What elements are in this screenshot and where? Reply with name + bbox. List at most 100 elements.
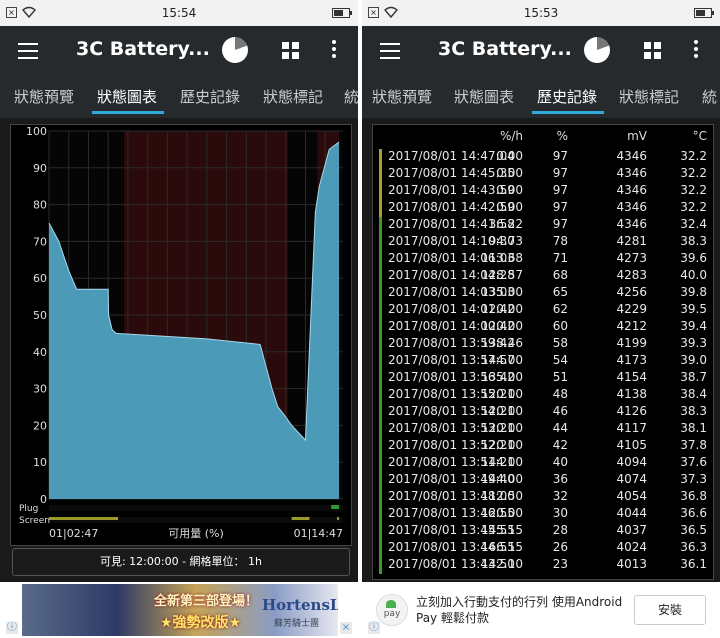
pie-chart-icon[interactable] xyxy=(584,37,610,63)
battery-chart[interactable]: 0 10 20 30 40 50 60 70 80 90 100 Plug Screen 01|02:47… xyxy=(10,124,352,546)
table-row[interactable]: 2017/08/01 13:54:21 120.00 46 4126 38.3 xyxy=(373,404,713,421)
table-row[interactable]: 2017/08/01 13:49:40 144.00 36 4074 37.3 xyxy=(373,472,713,489)
voltage-cell: 4074 xyxy=(616,472,647,486)
voltage-cell: 4037 xyxy=(616,523,647,537)
active-tab-indicator xyxy=(92,111,164,114)
table-row[interactable]: 2017/08/01 13:56:42 135.00 51 4154 38.7 xyxy=(373,370,713,387)
percent-cell: 48 xyxy=(552,387,568,401)
status-bar: × 15:54 xyxy=(0,0,358,26)
game-logo-sub: 蘇芳騎士團 xyxy=(274,619,320,629)
percent-cell: 42 xyxy=(552,438,568,452)
status-mark xyxy=(379,319,382,336)
status-mark xyxy=(379,489,382,506)
y-tick-label: 100 xyxy=(26,125,47,138)
table-row[interactable]: 2017/08/01 14:45:35 0.00 97 4346 32.2 xyxy=(373,166,713,183)
tab-marks[interactable]: 狀態標記 xyxy=(619,86,679,107)
tab-stats[interactable]: 統 xyxy=(702,86,717,107)
table-row[interactable]: 2017/08/01 14:03:03 135.00 65 4256 39.8 xyxy=(373,285,713,302)
x-end-label: 01|14:47 xyxy=(294,527,343,540)
tab-history[interactable]: 歷史記錄 xyxy=(180,86,240,107)
table-row[interactable]: 2017/08/01 13:53:21 120.00 44 4117 38.1 xyxy=(373,421,713,438)
temperature-cell: 39.6 xyxy=(680,251,707,265)
temperature-cell: 38.3 xyxy=(680,234,707,248)
install-button[interactable]: 安裝 xyxy=(634,595,706,625)
table-row[interactable]: 2017/08/01 14:01:42 120.00 62 4229 39.5 xyxy=(373,302,713,319)
status-mark xyxy=(379,387,382,404)
table-row[interactable]: 2017/08/01 14:41:58 36.22 97 4346 32.4 xyxy=(373,217,713,234)
game-ad-banner[interactable]: 全新第三部登場！ ★強勢改版★ HortensIA 蘇芳騎士團 xyxy=(22,584,338,636)
tab-chart[interactable]: 狀態圖表 xyxy=(454,86,514,107)
menu-icon[interactable] xyxy=(380,43,400,59)
pie-chart-icon[interactable] xyxy=(222,37,248,63)
table-row[interactable]: 2017/08/01 13:43:50 142.10 23 4013 36.1 xyxy=(373,557,713,574)
table-row[interactable]: 2017/08/01 13:48:00 112.50 32 4054 36.8 xyxy=(373,489,713,506)
ad-close-icon[interactable]: × xyxy=(340,622,352,634)
percent-cell: 30 xyxy=(552,506,568,520)
table-row[interactable]: 2017/08/01 14:43:59 0.00 97 4346 32.2 xyxy=(373,183,713,200)
percent-cell: 68 xyxy=(552,268,568,282)
x-axis-label: 可用量 (%) xyxy=(168,527,224,540)
tab-marks[interactable]: 狀態標記 xyxy=(263,86,323,107)
history-table[interactable]: %/h % mV °C 2017/08/01 14:47:04 0.00 97 434… xyxy=(372,124,714,580)
y-tick-label: 40 xyxy=(33,346,47,359)
y-tick-label: 30 xyxy=(33,383,47,396)
table-row[interactable]: 2017/08/01 14:10:30 94.73 78 4281 38.3 xyxy=(373,234,713,251)
temperature-cell: 38.1 xyxy=(680,421,707,435)
more-icon[interactable] xyxy=(332,40,338,62)
rate-cell: 0.00 xyxy=(496,166,523,180)
table-row[interactable]: 2017/08/01 13:59:42 138.46 58 4199 39.3 xyxy=(373,336,713,353)
table-row[interactable]: 2017/08/01 14:04:28 128.57 68 4283 40.0 xyxy=(373,268,713,285)
table-row[interactable]: 2017/08/01 14:00:42 120.00 60 4212 39.4 xyxy=(373,319,713,336)
ad-info-icon[interactable]: ⓘ xyxy=(368,622,380,634)
voltage-cell: 4154 xyxy=(616,370,647,384)
battery-icon xyxy=(332,8,352,18)
screen-segment xyxy=(291,517,310,520)
status-mark xyxy=(379,336,382,353)
more-icon[interactable] xyxy=(694,40,700,62)
table-row[interactable]: 2017/08/01 13:51:21 144.00 40 4094 37.6 xyxy=(373,455,713,472)
table-row[interactable]: 2017/08/01 13:57:57 144.00 54 4173 39.0 xyxy=(373,353,713,370)
status-time: 15:53 xyxy=(523,6,559,20)
tab-stats[interactable]: 統 xyxy=(344,86,358,107)
tab-chart[interactable]: 狀態圖表 xyxy=(97,86,157,107)
table-row[interactable]: 2017/08/01 14:06:03 113.68 71 4273 39.6 xyxy=(373,251,713,268)
grid-icon[interactable] xyxy=(282,42,300,60)
y-tick-label: 50 xyxy=(33,309,47,322)
pay-ad[interactable]: pay 立刻加入行動支付的行列 使用Android Pay 輕鬆付款 安裝 ⓘ xyxy=(362,582,720,638)
voltage-cell: 4054 xyxy=(616,489,647,503)
table-row[interactable]: 2017/08/01 13:45:55 145.15 28 4037 36.5 xyxy=(373,523,713,540)
table-row[interactable]: 2017/08/01 14:47:04 0.00 97 4346 32.2 xyxy=(373,149,713,166)
temperature-cell: 37.6 xyxy=(680,455,707,469)
percent-cell: 23 xyxy=(552,557,568,571)
table-row[interactable]: 2017/08/01 14:42:59 0.00 97 4346 32.2 xyxy=(373,200,713,217)
tab-overview[interactable]: 狀態預覽 xyxy=(372,86,432,107)
percent-cell: 97 xyxy=(552,183,568,197)
voltage-cell: 4126 xyxy=(616,404,647,418)
status-mark xyxy=(379,540,382,557)
battery-icon xyxy=(694,8,714,18)
visible-range-bar[interactable]: 可見: 12:00:00 - 網格單位： 1h xyxy=(12,548,350,576)
tab-overview[interactable]: 狀態預覽 xyxy=(14,86,74,107)
percent-cell: 97 xyxy=(552,149,568,163)
percent-cell: 46 xyxy=(552,404,568,418)
table-row[interactable]: 2017/08/01 13:44:55 166.15 26 4024 36.3 xyxy=(373,540,713,557)
tab-history[interactable]: 歷史記錄 xyxy=(537,86,597,107)
grid-icon[interactable] xyxy=(644,42,662,60)
plug-strip xyxy=(49,505,343,511)
table-row[interactable]: 2017/08/01 13:55:21 120.00 48 4138 38.4 xyxy=(373,387,713,404)
rate-cell: 144.00 xyxy=(481,353,523,367)
tab-bar: 狀態預覽 狀態圖表 歷史記錄 狀態標記 統 xyxy=(362,76,720,118)
menu-icon[interactable] xyxy=(18,43,38,59)
y-tick-label: 20 xyxy=(33,419,47,432)
temperature-cell: 36.8 xyxy=(680,489,707,503)
rate-cell: 120.00 xyxy=(481,421,523,435)
game-ad[interactable]: 全新第三部登場！ ★強勢改版★ HortensIA 蘇芳騎士團 ⓘ × xyxy=(0,582,358,638)
ad-info-icon[interactable]: ⓘ xyxy=(6,622,18,634)
status-mark xyxy=(379,506,382,523)
table-row[interactable]: 2017/08/01 13:46:55 120.00 30 4044 36.6 xyxy=(373,506,713,523)
table-row[interactable]: 2017/08/01 13:52:21 120.00 42 4105 37.8 xyxy=(373,438,713,455)
rate-cell: 36.22 xyxy=(488,217,523,231)
voltage-cell: 4256 xyxy=(616,285,647,299)
android-pay-icon: pay xyxy=(376,594,408,626)
rate-cell: 120.00 xyxy=(481,404,523,418)
